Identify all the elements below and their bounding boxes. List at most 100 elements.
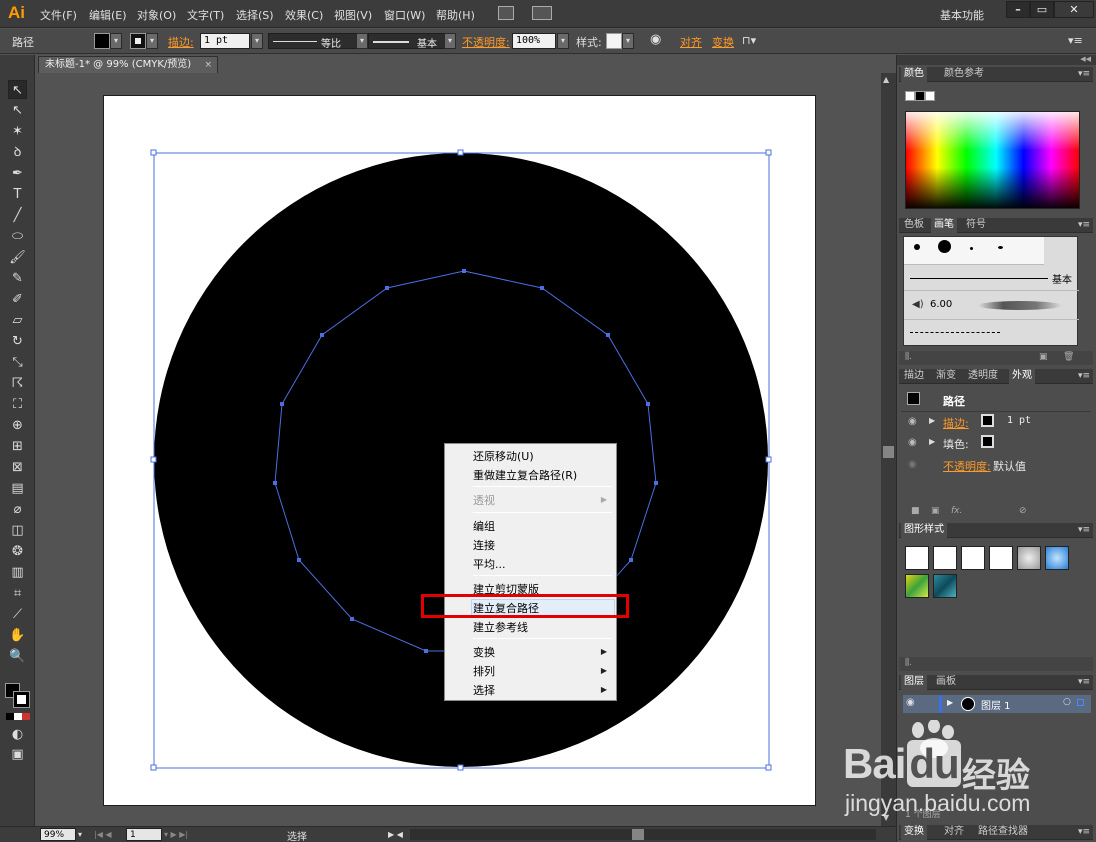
graphic-style-blue[interactable] [1045,546,1069,570]
horizontal-scrollbar[interactable] [410,829,876,840]
tab-symbols[interactable]: 符号 [963,218,989,233]
eraser-tool-icon[interactable]: ▱ [8,311,27,330]
new-brush-icon[interactable]: ▣ [1039,352,1048,362]
minimize-button[interactable]: – [1006,1,1030,18]
art-brush-row[interactable]: ◀) 6.00 [904,292,1079,320]
symbol-sprayer-tool-icon[interactable]: ❂ [8,542,27,561]
workspace-switcher[interactable]: 基本功能 [940,7,984,23]
menu-view[interactable]: 视图(V) [334,7,372,23]
direct-selection-tool-icon[interactable]: ↖ [8,101,27,120]
appearance-stroke-link[interactable]: 描边: [943,415,969,431]
mesh-tool-icon[interactable]: ⊠ [8,458,27,477]
color-spectrum[interactable] [905,111,1080,209]
brush-dropdown[interactable]: ▾ [444,33,456,49]
panel-menu-icon[interactable]: ▾≡ [1078,67,1090,81]
visibility-eye-icon[interactable]: ◉ [908,459,917,470]
maximize-button[interactable]: ▭ [1030,1,1054,18]
menu-item-arrange[interactable]: 排列 [473,663,495,679]
graphic-style-stroke[interactable] [989,546,1013,570]
menu-type[interactable]: 文字(T) [187,7,224,23]
tab-gradient[interactable]: 渐变 [933,369,959,384]
graphic-style-shadow[interactable] [1017,546,1041,570]
dock-collapse-icon[interactable]: ◀◀ [897,55,1096,65]
rotate-tool-icon[interactable]: ↻ [8,332,27,351]
brush-dot-large[interactable] [938,240,951,253]
hand-tool-icon[interactable]: ✋ [8,626,27,645]
selection-tool-icon[interactable]: ↖ [8,80,27,99]
brush-dot-small[interactable] [914,244,920,250]
appearance-fill-swatch[interactable] [981,435,994,448]
type-tool-icon[interactable]: T [8,185,27,204]
brush-library-icon[interactable]: ⫼. [905,352,912,362]
next-artboard-icon[interactable]: ▾ ▶ ▶| [164,830,188,839]
opacity-dropdown[interactable]: ▾ [557,33,569,49]
color-mode-icons[interactable] [6,713,30,720]
panel-menu-icon[interactable]: ▾≡ [1078,369,1090,383]
brush-definition[interactable]: 基本 [368,33,446,50]
zoom-field[interactable]: 99% [40,828,76,841]
artboard-number-field[interactable]: 1 [126,828,162,841]
horizontal-scrollbar-thumb[interactable] [632,829,644,840]
layer-visibility-icon[interactable]: ◉ [906,697,915,708]
panel-menu-icon[interactable]: ▾≡ [1078,825,1090,839]
menu-edit[interactable]: 编辑(E) [89,7,127,23]
menu-help[interactable]: 帮助(H) [436,7,475,23]
calligraphic-brushes-row[interactable] [904,237,1044,265]
lasso-tool-icon[interactable]: ꝺ [8,143,27,162]
expand-arrow-icon[interactable]: ▶ [929,416,935,425]
close-tab-icon[interactable]: × [204,57,212,73]
shape-builder-tool-icon[interactable]: ⊕ [8,416,27,435]
pencil-tool-icon[interactable]: ✎ [8,269,27,288]
free-transform-tool-icon[interactable]: ⛶ [8,395,27,414]
tab-transparency[interactable]: 透明度 [965,369,1001,384]
scrollbar-thumb[interactable] [883,446,894,458]
brush-dot-oval[interactable] [998,246,1003,249]
delete-brush-icon[interactable]: 🗑 [1063,352,1074,362]
basic-brush-row[interactable]: 基本 [904,266,1079,291]
variable-width-profile[interactable]: 等比 [268,33,360,50]
magic-wand-tool-icon[interactable]: ✶ [8,122,27,141]
tab-appearance[interactable]: 外观 [1009,369,1035,384]
tab-pathfinder[interactable]: 路径查找器 [975,825,1031,840]
graphic-style-dropdown[interactable]: ▾ [622,33,634,49]
tab-layers[interactable]: 图层 [901,675,927,690]
slice-tool-icon[interactable]: ⟋ [8,605,27,624]
perspective-grid-tool-icon[interactable]: ⊞ [8,437,27,456]
bridge-icon[interactable] [498,6,514,20]
scale-tool-icon[interactable]: ⤡ [8,353,27,372]
graphic-style-default[interactable] [905,546,929,570]
opacity-field[interactable]: 100% [512,33,556,49]
graphic-style-swatch[interactable] [606,33,622,49]
layer-name[interactable]: 图层 1 [981,697,1011,712]
panel-menu-icon[interactable]: ▾≡ [1078,675,1090,689]
appearance-opacity-link[interactable]: 不透明度: [943,458,991,474]
expand-arrow-icon[interactable]: ▶ [929,437,935,446]
menu-select[interactable]: 选择(S) [236,7,274,23]
opacity-link[interactable]: 不透明度: [462,34,510,50]
add-fill-icon[interactable]: ▣ [931,506,940,516]
line-tool-icon[interactable]: ╱ [8,206,27,225]
blend-tool-icon[interactable]: ◫ [8,521,27,540]
fill-dropdown[interactable]: ▾ [110,33,122,49]
graphic-style-teal-pattern[interactable] [933,574,957,598]
panel-menu-icon[interactable]: ▾≡ [1078,218,1090,232]
menu-window[interactable]: 窗口(W) [384,7,425,23]
appearance-stroke-swatch[interactable] [981,414,994,427]
zoom-dropdown-icon[interactable]: ▾ [78,830,82,839]
menu-object[interactable]: 对象(O) [137,7,176,23]
tab-brushes[interactable]: 画笔 [931,218,957,233]
fill-swatch[interactable] [94,33,110,49]
menu-item-make-guides[interactable]: 建立参考线 [473,619,528,635]
layer-expand-icon[interactable]: ▶ [947,698,953,707]
menu-item-join[interactable]: 连接 [473,537,495,553]
stroke-weight-dropdown[interactable]: ▾ [251,33,263,49]
artboard-tool-icon[interactable]: ⌗ [8,584,27,603]
menu-item-group[interactable]: 编组 [473,518,495,534]
style-library-icon[interactable]: ⫼. [905,658,912,668]
menu-item-redo-compound-path[interactable]: 重做建立复合路径(R) [473,467,577,483]
tab-stroke[interactable]: 描边 [901,369,927,384]
menu-effect[interactable]: 效果(C) [285,7,323,23]
tab-graphic-styles[interactable]: 图形样式 [901,523,947,538]
eyedropper-tool-icon[interactable]: ⌀ [8,500,27,519]
none-swatch-icon[interactable] [905,91,915,101]
